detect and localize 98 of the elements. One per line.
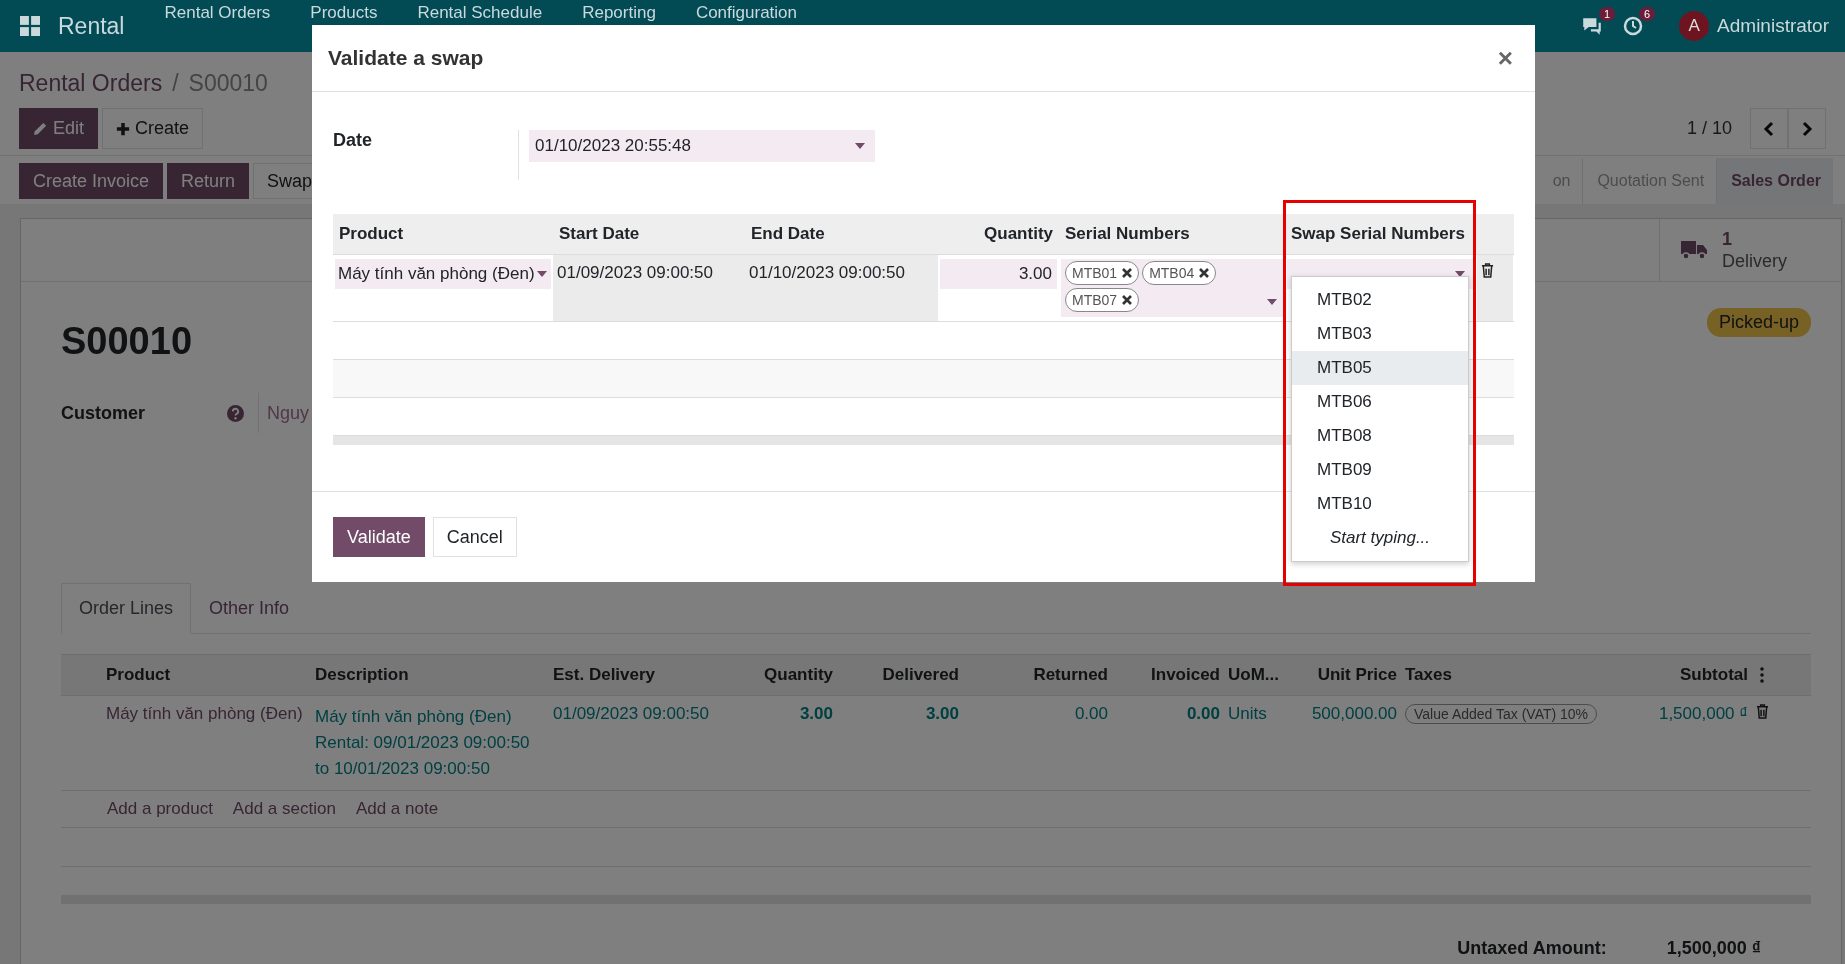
dialog-button[interactable]: Validate bbox=[333, 517, 425, 557]
caret-icon bbox=[1267, 299, 1277, 305]
column-header[interactable]: Taxes bbox=[1401, 665, 1619, 685]
dropdown-option[interactable]: MTB06 bbox=[1292, 385, 1468, 419]
date-input[interactable]: 01/10/2023 20:55:48 bbox=[529, 130, 875, 162]
total-value: 1,500,000 ₫ bbox=[1666, 938, 1761, 959]
header-action-button[interactable]: Return bbox=[167, 163, 250, 199]
next-button[interactable] bbox=[1788, 108, 1826, 149]
column-header[interactable]: Returned bbox=[992, 665, 1112, 685]
column-header[interactable]: Unit Price bbox=[1289, 665, 1401, 685]
pencil-icon bbox=[33, 121, 48, 136]
activity-count-badge: 6 bbox=[1638, 7, 1656, 21]
header-action-button[interactable]: Create Invoice bbox=[19, 163, 164, 199]
create-button[interactable]: Create bbox=[102, 108, 204, 149]
status-step[interactable]: Sales Order bbox=[1716, 158, 1833, 204]
table-cell: 01/10/2023 09:00:50 bbox=[749, 263, 905, 282]
edit-button[interactable]: Edit bbox=[19, 108, 99, 149]
add-line-link[interactable]: Add a product bbox=[107, 799, 213, 819]
field-label: Date bbox=[333, 130, 373, 151]
column-header: Start Date bbox=[558, 224, 641, 244]
column-header[interactable]: Invoiced bbox=[1112, 665, 1224, 685]
table-cell-text: 1,500,000 ₫ bbox=[1657, 704, 1749, 724]
serial-numbers-input[interactable]: MTB01 MTB04 MTB07 bbox=[1061, 259, 1283, 317]
truck-icon bbox=[1680, 239, 1708, 261]
help-icon bbox=[227, 404, 244, 422]
table-cell-text: Units bbox=[1227, 704, 1268, 724]
dropdown-option[interactable]: MTB03 bbox=[1292, 317, 1468, 351]
table-cell-text: 0.00 bbox=[1073, 704, 1109, 724]
table-cell-text: 0.00 bbox=[1185, 704, 1221, 724]
serial-tag: MTB07 bbox=[1065, 288, 1140, 312]
column-header[interactable]: Product bbox=[102, 665, 311, 685]
kebab-icon[interactable] bbox=[1760, 667, 1764, 683]
product-input[interactable]: Máy tính văn phòng (Đen) bbox=[335, 259, 551, 289]
column-header: Quantity bbox=[983, 224, 1054, 244]
column-header[interactable]: Quantity bbox=[733, 665, 837, 685]
remove-icon[interactable] bbox=[1199, 268, 1210, 278]
table-cell-text: 01/09/2023 09:00:50 bbox=[552, 704, 710, 724]
breadcrumb-current: S00010 bbox=[188, 69, 268, 97]
remove-icon[interactable] bbox=[1122, 295, 1133, 305]
dialog-title: Validate a swap bbox=[328, 46, 485, 70]
breadcrumb-separator: / bbox=[172, 69, 179, 97]
serial-tag: MTB01 bbox=[1065, 261, 1140, 285]
add-line-link[interactable]: Add a note bbox=[355, 799, 439, 819]
column-header[interactable]: Delivered bbox=[837, 665, 963, 685]
remove-icon[interactable] bbox=[1122, 268, 1133, 278]
trash-icon[interactable] bbox=[1481, 263, 1494, 278]
dropdown-hint[interactable]: Start typing... bbox=[1292, 521, 1468, 555]
pager-counter: 1 / 10 bbox=[1686, 118, 1732, 139]
chat-icon[interactable] bbox=[1581, 16, 1604, 36]
caret-icon bbox=[855, 143, 865, 149]
status-badge: Picked-up bbox=[1706, 308, 1811, 337]
clock-icon[interactable] bbox=[1623, 16, 1644, 36]
table-cell-text: Máy tính văn phòng (Đen) bbox=[105, 704, 304, 724]
dialog-button[interactable]: Cancel bbox=[432, 517, 517, 557]
customer-value[interactable]: Nguy bbox=[258, 393, 312, 433]
table-cell-text: 3.00 bbox=[924, 704, 960, 724]
menu-item[interactable]: Rental Orders bbox=[164, 0, 271, 22]
tab[interactable]: Other Info bbox=[191, 583, 308, 634]
dropdown-option[interactable]: MTB08 bbox=[1292, 419, 1468, 453]
chevron-left-icon bbox=[1763, 120, 1775, 137]
previous-button[interactable] bbox=[1750, 108, 1788, 149]
dropdown-option[interactable]: MTB02 bbox=[1292, 283, 1468, 317]
dropdown-option[interactable]: MTB05 bbox=[1292, 351, 1468, 385]
user-avatar[interactable]: A bbox=[1679, 11, 1710, 41]
record-name: S00010 bbox=[61, 320, 192, 363]
column-header[interactable]: Description bbox=[311, 665, 549, 685]
menu-item[interactable]: Rental Schedule bbox=[417, 0, 543, 22]
column-header: Swap Serial Numbers bbox=[1290, 224, 1466, 244]
table-cell: 01/09/2023 09:00:50 bbox=[557, 263, 713, 282]
tab[interactable]: Order Lines bbox=[61, 583, 192, 634]
column-header: Serial Numbers bbox=[1064, 224, 1191, 244]
apps-menu-icon[interactable] bbox=[20, 16, 40, 36]
app-name[interactable]: Rental bbox=[58, 12, 125, 40]
dropdown-option[interactable]: MTB09 bbox=[1292, 453, 1468, 487]
menu-item[interactable]: Configuration bbox=[695, 0, 797, 22]
column-header: Product bbox=[338, 224, 405, 244]
chevron-right-icon bbox=[1801, 120, 1813, 137]
dropdown-option[interactable]: MTB10 bbox=[1292, 487, 1468, 521]
menu-item[interactable]: Products bbox=[310, 0, 378, 22]
column-header[interactable]: UoM... bbox=[1224, 665, 1289, 685]
total-label: Untaxed Amount: bbox=[1457, 938, 1607, 959]
table-cell-text: Máy tính văn phòng (Đen) Rental: 09/01/2023 09:00:50 to 10/01/2023 09:00:50 bbox=[314, 706, 531, 780]
caret-icon bbox=[536, 271, 547, 277]
breadcrumb-link[interactable]: Rental Orders bbox=[19, 69, 163, 97]
plus-icon bbox=[116, 121, 131, 136]
field-label: Customer bbox=[61, 402, 146, 424]
table-cell-text: 3.00 bbox=[798, 704, 834, 724]
serial-tag: MTB04 bbox=[1142, 261, 1217, 285]
column-header: End Date bbox=[750, 224, 826, 244]
user-name[interactable]: Administrator bbox=[1717, 15, 1829, 37]
column-header[interactable]: Subtotal bbox=[1619, 665, 1752, 685]
add-line-link[interactable]: Add a section bbox=[232, 799, 336, 819]
quantity-input[interactable]: 3.00 bbox=[940, 259, 1057, 289]
menu-item[interactable]: Reporting bbox=[582, 0, 656, 22]
message-count-badge: 1 bbox=[1598, 7, 1616, 21]
column-header[interactable]: Est. Delivery bbox=[549, 665, 733, 685]
table-cell-text: 500,000.00 bbox=[1310, 704, 1398, 724]
close-button[interactable]: × bbox=[1491, 41, 1519, 75]
